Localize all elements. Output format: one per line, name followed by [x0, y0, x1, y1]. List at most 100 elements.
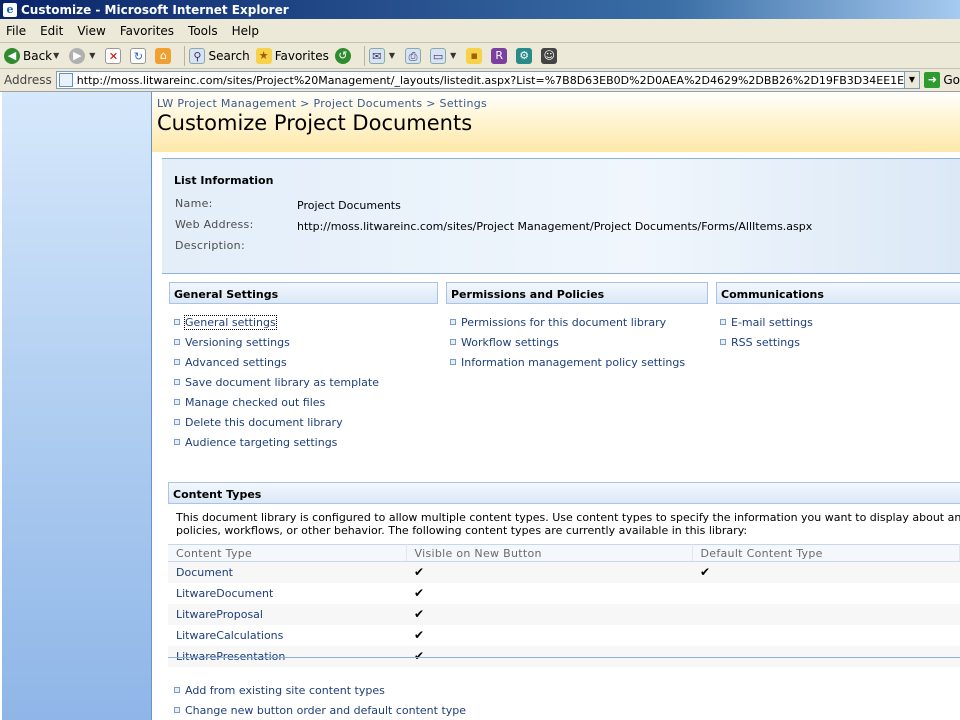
messenger-button[interactable]: ⚙	[516, 47, 535, 64]
column-header-content-type: Content Type	[168, 544, 407, 562]
content-type-name[interactable]: Document	[168, 561, 406, 583]
column-header-visible: Visible on New Button	[406, 544, 693, 562]
content-types-links: Add from existing site content types Cha…	[174, 680, 466, 720]
general-settings-link[interactable]: General settings	[174, 312, 379, 332]
research-button[interactable]: R	[491, 47, 510, 64]
toolbar-separator	[363, 45, 365, 66]
go-button[interactable]: ➜ Go	[924, 72, 960, 88]
home-button[interactable]: ⌂	[155, 47, 174, 64]
visible-check-icon: ✔	[406, 645, 692, 667]
forward-dropdown-icon[interactable]: ▼	[89, 51, 95, 60]
breadcrumb[interactable]: LW Project Management > Project Document…	[157, 97, 487, 110]
address-bar: Address http://moss.litwareinc.com/sites…	[0, 69, 960, 92]
print-icon: ⎙	[405, 47, 422, 64]
versioning-settings-link[interactable]: Versioning settings	[174, 332, 379, 352]
history-button[interactable]: ↺	[334, 47, 354, 64]
web-address-value: http://moss.litwareinc.com/sites/Project…	[297, 220, 813, 233]
address-dropdown-icon[interactable]: ▼	[904, 71, 921, 89]
content-types-heading: Content Types	[168, 482, 960, 504]
list-information-heading: List Information	[174, 174, 274, 187]
default-check-icon	[692, 583, 960, 604]
rss-settings-link[interactable]: RSS settings	[720, 332, 813, 352]
content-type-name[interactable]: LitwarePresentation	[168, 645, 406, 667]
research-icon: R	[491, 47, 508, 64]
workflow-settings-link[interactable]: Workflow settings	[450, 332, 685, 352]
content-type-name[interactable]: LitwareProposal	[168, 603, 406, 625]
favorites-button[interactable]: ★ Favorites	[255, 47, 329, 64]
go-arrow-icon: ➜	[924, 72, 941, 88]
home-icon: ⌂	[155, 47, 172, 64]
mail-icon: ✉	[368, 47, 385, 64]
page-content: LW Project Management > Project Document…	[0, 92, 960, 720]
bullet-icon	[174, 687, 180, 693]
search-button[interactable]: ⚲ Search	[189, 47, 250, 64]
bullet-icon	[174, 319, 180, 325]
address-input[interactable]: http://moss.litwareinc.com/sites/Project…	[55, 71, 905, 89]
page-title: Customize Project Documents	[157, 111, 473, 135]
communications-links: E-mail settings RSS settings	[720, 312, 813, 352]
bullet-icon	[174, 339, 180, 345]
content-types-section: Content Types This document library is c…	[168, 482, 960, 670]
table-row: LitwareCalculations ✔	[168, 625, 960, 646]
general-settings-heading: General Settings	[169, 282, 438, 304]
content-types-table: Content Type Visible on New Button Defau…	[168, 544, 960, 667]
content-types-description: This document library is configured to a…	[176, 511, 960, 537]
toolbar: ◀ Back ▼ ▶ ▼ ✕ ↻ ⌂ ⚲ Search ★ Favorites …	[0, 43, 960, 69]
add-content-types-link[interactable]: Add from existing site content types	[174, 680, 466, 700]
address-url: http://moss.litwareinc.com/sites/Project…	[76, 73, 905, 87]
messenger-people-button[interactable]: ☺	[541, 47, 560, 64]
back-arrow-icon: ◀	[4, 47, 20, 64]
manage-checked-out-files-link[interactable]: Manage checked out files	[174, 392, 379, 412]
save-as-template-link[interactable]: Save document library as template	[174, 372, 379, 392]
content-type-name[interactable]: LitwareCalculations	[168, 625, 406, 646]
list-information-panel: List Information Name: Project Documents…	[162, 158, 960, 274]
history-icon: ↺	[334, 47, 351, 64]
tools-icon: ⚙	[516, 47, 533, 64]
bullet-icon	[450, 359, 456, 365]
menu-edit[interactable]: Edit	[40, 24, 63, 38]
content-type-name[interactable]: LitwareDocument	[168, 583, 406, 604]
default-check-icon	[692, 645, 960, 667]
left-navigation	[2, 92, 152, 720]
visible-check-icon: ✔	[414, 628, 425, 642]
table-row: LitwareProposal ✔	[168, 603, 960, 625]
print-button[interactable]: ⎙	[405, 47, 424, 64]
audience-targeting-link[interactable]: Audience targeting settings	[174, 432, 379, 452]
default-check-icon: ✔	[692, 561, 960, 583]
bullet-icon	[174, 419, 180, 425]
menu-help[interactable]: Help	[232, 24, 259, 38]
mail-button[interactable]: ✉ ▼	[368, 47, 399, 64]
stop-button[interactable]: ✕	[105, 47, 124, 64]
menu-favorites[interactable]: Favorites	[120, 24, 174, 38]
permissions-link[interactable]: Permissions for this document library	[450, 312, 685, 332]
mail-dropdown-icon[interactable]: ▼	[389, 51, 395, 60]
bullet-icon	[174, 707, 180, 713]
bullet-icon	[174, 359, 180, 365]
default-check-icon	[692, 625, 960, 646]
discuss-button[interactable]: ▪	[466, 47, 485, 64]
edit-dropdown-icon[interactable]: ▼	[450, 51, 456, 60]
policy-settings-link[interactable]: Information management policy settings	[450, 352, 685, 372]
general-settings-links: General settings Versioning settings Adv…	[174, 312, 379, 452]
edit-button[interactable]: ▭ ▼	[430, 47, 460, 64]
name-label: Name:	[175, 197, 213, 210]
description-label: Description:	[175, 239, 245, 252]
search-icon: ⚲	[189, 47, 206, 64]
menu-tools[interactable]: Tools	[188, 24, 218, 38]
menu-view[interactable]: View	[77, 24, 105, 38]
forward-arrow-icon: ▶	[69, 47, 86, 64]
forward-button[interactable]: ▶ ▼	[69, 47, 99, 64]
delete-library-link[interactable]: Delete this document library	[174, 412, 379, 432]
advanced-settings-link[interactable]: Advanced settings	[174, 352, 379, 372]
change-button-order-link[interactable]: Change new button order and default cont…	[174, 700, 466, 720]
back-button[interactable]: ◀ Back ▼	[4, 47, 63, 64]
menu-bar: File Edit View Favorites Tools Help	[0, 19, 960, 43]
refresh-button[interactable]: ↻	[130, 47, 149, 64]
window-title: Customize - Microsoft Internet Explorer	[21, 2, 289, 17]
email-settings-link[interactable]: E-mail settings	[720, 312, 813, 332]
back-dropdown-icon[interactable]: ▼	[53, 51, 59, 60]
bullet-icon	[720, 339, 726, 345]
visible-check-icon: ✔	[406, 561, 692, 583]
menu-file[interactable]: File	[6, 24, 26, 38]
table-row: Document ✔ ✔	[168, 561, 960, 583]
